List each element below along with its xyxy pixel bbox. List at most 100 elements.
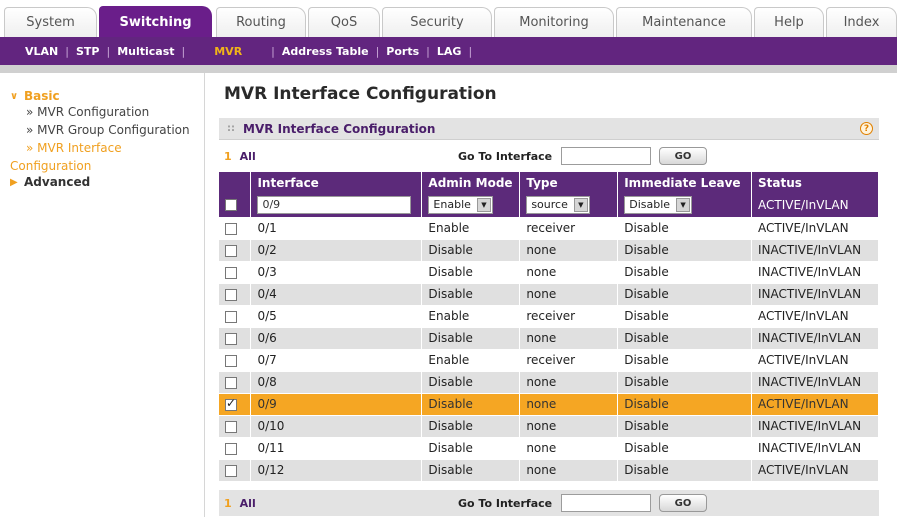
row-checkbox[interactable]	[225, 396, 237, 411]
row-checkbox[interactable]	[225, 376, 237, 389]
cell-type: receiver	[519, 349, 619, 372]
tab-system[interactable]: System	[4, 7, 97, 37]
table-row[interactable]: 0/10 Disable none Disable INACTIVE/InVLAN	[219, 415, 879, 438]
table-row[interactable]: 0/7 Enable receiver Disable ACTIVE/InVLAN	[219, 349, 879, 372]
cell-immediate-leave: Disable	[617, 459, 752, 482]
nav-group-basic[interactable]: ∨ Basic	[0, 89, 204, 103]
row-checkbox[interactable]	[225, 266, 237, 279]
cell-type: none	[519, 415, 619, 438]
page-title: MVR Interface Configuration	[224, 84, 497, 104]
cell-interface: 0/7	[250, 349, 423, 372]
panel-header: :: MVR Interface Configuration ?	[219, 118, 879, 140]
table-row[interactable]: 0/8 Disable none Disable INACTIVE/InVLAN	[219, 371, 879, 394]
row-checkbox[interactable]	[225, 354, 237, 367]
row-checkbox[interactable]	[225, 244, 237, 257]
cell-status: INACTIVE/InVLAN	[751, 415, 879, 438]
table-row[interactable]: 0/1 Enable receiver Disable ACTIVE/InVLAN	[219, 217, 879, 240]
row-checkbox[interactable]	[225, 332, 237, 345]
goto-interface-input[interactable]	[561, 147, 651, 165]
type-select[interactable]: source ▼	[526, 195, 590, 214]
tab-routing[interactable]: Routing	[216, 7, 306, 37]
header-immediate-leave[interactable]: Immediate Leave	[617, 172, 752, 193]
tab-qos[interactable]: QoS	[308, 7, 380, 37]
cell-type: none	[519, 459, 619, 482]
dropdown-arrow-icon: ▼	[476, 197, 491, 212]
row-checkbox[interactable]	[225, 464, 237, 477]
cell-interface: 0/12	[250, 459, 423, 482]
nav-group-label: Advanced	[24, 175, 91, 189]
cell-admin-mode: Enable	[421, 217, 521, 240]
nav-item-mvr-configuration[interactable]: » MVR Configuration	[0, 103, 204, 121]
panel-title: MVR Interface Configuration	[243, 121, 436, 136]
cell-status: INACTIVE/InVLAN	[751, 371, 879, 394]
subnav-ports[interactable]: Ports	[379, 45, 426, 58]
table-row[interactable]: 0/5 Enable receiver Disable ACTIVE/InVLAN	[219, 305, 879, 328]
pager-bottom: 1 All Go To Interface GO	[219, 490, 879, 516]
show-all-link[interactable]: All	[240, 497, 256, 510]
cell-immediate-leave: Disable	[617, 327, 752, 350]
row-checkbox[interactable]	[225, 222, 237, 235]
interface-input[interactable]: 0/9	[257, 195, 412, 214]
subnav-lag[interactable]: LAG	[430, 45, 469, 58]
tab-security[interactable]: Security	[382, 7, 492, 37]
subnav-address-table[interactable]: Address Table	[275, 45, 376, 58]
mvr-interface-table: Interface Admin Mode Type Immediate Leav…	[219, 172, 879, 482]
immediate-leave-value: Disable	[629, 198, 671, 212]
nav-item-mvr-interface[interactable]: » MVR Interface	[0, 139, 204, 157]
cell-admin-mode: Disable	[421, 415, 521, 438]
cell-immediate-leave: Disable	[617, 437, 752, 460]
cell-immediate-leave: Disable	[617, 393, 752, 416]
tab-help[interactable]: Help	[754, 7, 824, 37]
cell-admin-mode: Disable	[421, 283, 521, 306]
help-icon[interactable]: ?	[860, 122, 873, 135]
cell-interface: 0/4	[250, 283, 423, 306]
subnav-multicast[interactable]: Multicast	[110, 45, 181, 58]
go-button[interactable]: GO	[659, 494, 707, 512]
subnav-stp[interactable]: STP	[69, 45, 107, 58]
table-row[interactable]: 0/4 Disable none Disable INACTIVE/InVLAN	[219, 283, 879, 306]
header-type[interactable]: Type	[519, 172, 619, 193]
table-row[interactable]: 0/2 Disable none Disable INACTIVE/InVLAN	[219, 239, 879, 262]
table-row[interactable]: 0/12 Disable none Disable ACTIVE/InVLAN	[219, 459, 879, 482]
tab-monitoring[interactable]: Monitoring	[494, 7, 614, 37]
nav-item-mvr-interface-configuration[interactable]: Configuration	[0, 157, 204, 175]
row-checkbox[interactable]	[225, 310, 237, 323]
tab-maintenance[interactable]: Maintenance	[616, 7, 752, 37]
cell-immediate-leave: Disable	[617, 371, 752, 394]
header-admin-mode[interactable]: Admin Mode	[421, 172, 521, 193]
goto-interface-input[interactable]	[561, 494, 651, 512]
admin-mode-select[interactable]: Enable ▼	[428, 195, 493, 214]
table-row[interactable]: 0/9DisablenoneDisableACTIVE/InVLAN	[219, 393, 879, 416]
tab-switching[interactable]: Switching	[99, 6, 212, 37]
cell-type: none	[519, 239, 619, 262]
tab-index[interactable]: Index	[826, 7, 897, 37]
nav-group-advanced[interactable]: ▶ Advanced	[0, 175, 204, 189]
cell-type: receiver	[519, 217, 619, 240]
nav-item-mvr-group-configuration[interactable]: » MVR Group Configuration	[0, 121, 204, 139]
subnav-separator: |	[181, 44, 186, 58]
row-checkbox[interactable]	[225, 288, 237, 301]
subnav-mvr[interactable]: MVR	[207, 45, 249, 58]
table-row[interactable]: 0/11 Disable none Disable INACTIVE/InVLAN	[219, 437, 879, 460]
cell-admin-mode: Disable	[421, 239, 521, 262]
page-number-link[interactable]: 1	[224, 150, 232, 163]
header-interface[interactable]: Interface	[250, 172, 423, 193]
row-checkbox[interactable]	[225, 420, 237, 433]
show-all-link[interactable]: All	[240, 150, 256, 163]
row-checkbox[interactable]	[225, 442, 237, 455]
header-status[interactable]: Status	[751, 172, 879, 193]
table-row[interactable]: 0/6 Disable none Disable INACTIVE/InVLAN	[219, 327, 879, 350]
table-row[interactable]: 0/3 Disable none Disable INACTIVE/InVLAN	[219, 261, 879, 284]
cell-interface: 0/8	[250, 371, 423, 394]
cell-status: ACTIVE/InVLAN	[751, 349, 879, 372]
page-number-link[interactable]: 1	[224, 497, 232, 510]
chevron-right-icon: ▶	[10, 176, 18, 188]
cell-admin-mode: Disable	[421, 459, 521, 482]
cell-type: receiver	[519, 305, 619, 328]
subnav-vlan[interactable]: VLAN	[18, 45, 65, 58]
go-button[interactable]: GO	[659, 147, 707, 165]
select-all-checkbox[interactable]	[225, 199, 237, 212]
cell-status: INACTIVE/InVLAN	[751, 261, 879, 284]
chevron-down-icon: ∨	[10, 90, 19, 102]
immediate-leave-select[interactable]: Disable ▼	[624, 195, 693, 214]
